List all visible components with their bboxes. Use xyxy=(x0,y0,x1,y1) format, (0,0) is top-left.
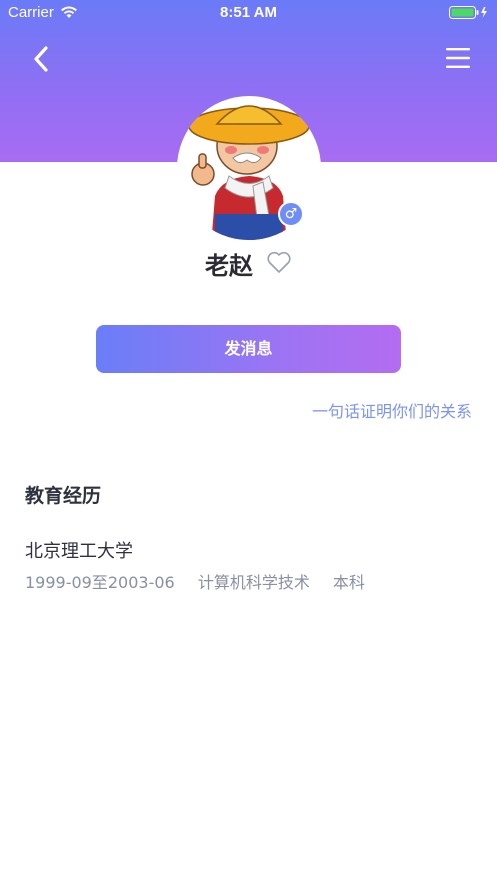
education-details: 1999-09至2003-06 计算机科学技术 本科 xyxy=(25,569,383,593)
education-degree: 本科 xyxy=(332,573,365,592)
avatar-container: ♂ xyxy=(177,96,321,240)
education-section-title: 教育经历 xyxy=(25,485,102,507)
battery-icon xyxy=(449,5,489,23)
relationship-link[interactable]: 一句话证明你们的关系 xyxy=(312,398,472,422)
gender-male-badge: ♂ xyxy=(278,201,304,227)
status-bar: Carrier 8:51 AM xyxy=(0,0,497,24)
favorite-button[interactable] xyxy=(266,250,292,278)
profile-name: 老赵 xyxy=(204,252,253,280)
education-major: 计算机科学技术 xyxy=(197,573,310,592)
chevron-left-icon xyxy=(34,46,48,72)
hamburger-menu-icon xyxy=(446,48,470,68)
status-time: 8:51 AM xyxy=(220,4,277,21)
heart-outline-icon xyxy=(267,251,291,273)
education-period: 1999-09至2003-06 xyxy=(25,573,175,592)
back-button[interactable] xyxy=(26,42,56,76)
education-school: 北京理工大学 xyxy=(25,541,133,562)
name-row: 老赵 xyxy=(0,246,497,281)
send-message-button[interactable]: 发消息 xyxy=(96,325,401,373)
menu-button[interactable] xyxy=(445,44,471,72)
